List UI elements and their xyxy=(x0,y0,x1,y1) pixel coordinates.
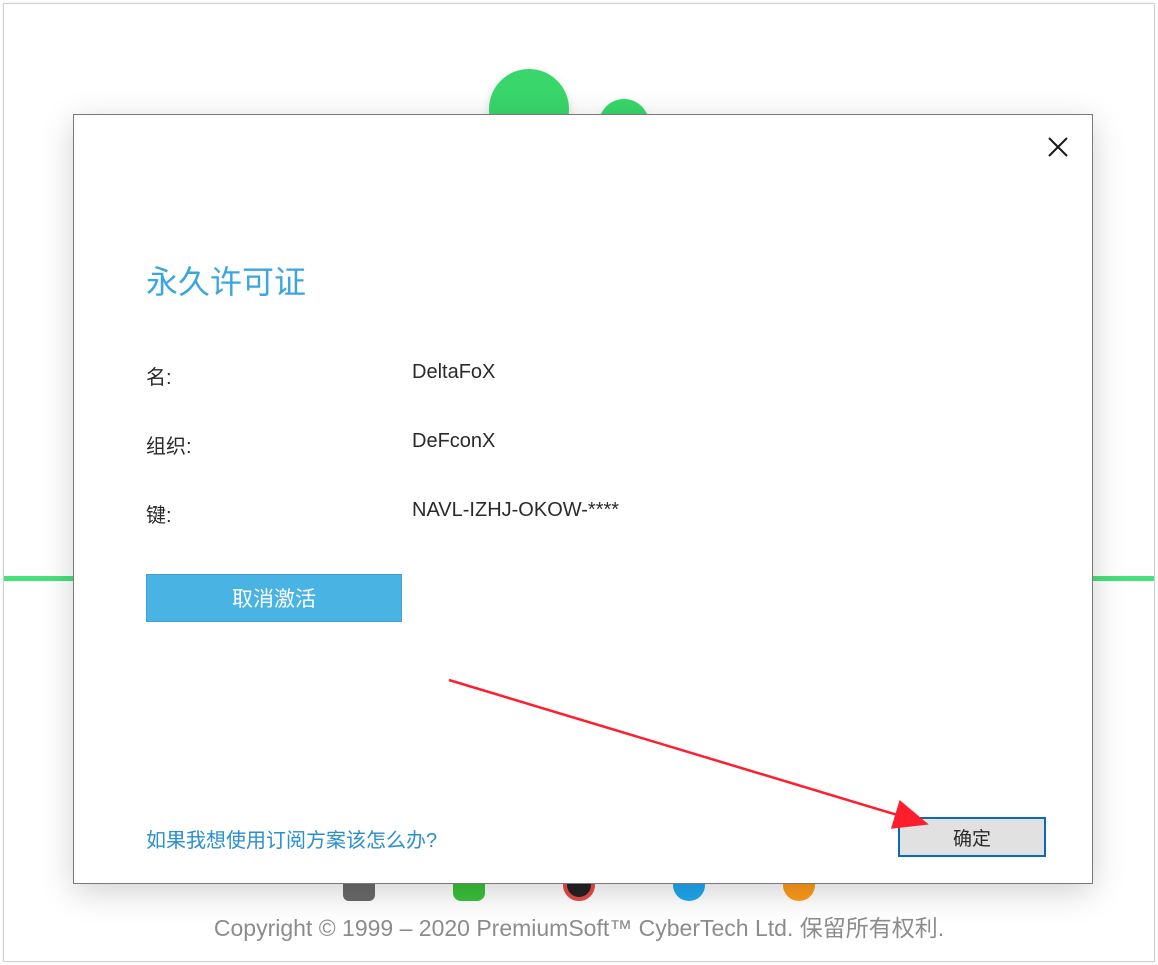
dialog-title: 永久许可证 xyxy=(146,257,1020,303)
license-key-row: 键: NAVL-IZHJ-OKOW-**** xyxy=(146,499,1020,528)
org-value: DeFconX xyxy=(412,430,1020,459)
close-icon xyxy=(1047,136,1069,158)
license-name-row: 名: DeltaFoX xyxy=(146,361,1020,390)
copyright-text: Copyright © 1999 – 2020 PremiumSoft™ Cyb… xyxy=(4,909,1154,943)
deactivate-button[interactable]: 取消激活 xyxy=(146,574,402,622)
subscription-link[interactable]: 如果我想使用订阅方案该怎么办? xyxy=(146,824,437,853)
key-label: 键: xyxy=(146,499,412,528)
subscription-link-label: 如果我想使用订阅方案该怎么办? xyxy=(146,830,437,852)
ok-button-label: 确定 xyxy=(953,824,991,851)
org-label: 组织: xyxy=(146,430,412,459)
name-value: DeltaFoX xyxy=(412,361,1020,390)
ok-button[interactable]: 确定 xyxy=(898,817,1046,857)
name-label: 名: xyxy=(146,361,412,390)
deactivate-button-label: 取消激活 xyxy=(232,583,316,613)
key-value: NAVL-IZHJ-OKOW-**** xyxy=(412,499,1020,528)
annotation-arrow xyxy=(444,675,944,845)
license-org-row: 组织: DeFconX xyxy=(146,430,1020,459)
background-window: Copyright © 1999 – 2020 PremiumSoft™ Cyb… xyxy=(3,3,1155,962)
close-button[interactable] xyxy=(1040,129,1076,165)
license-dialog: 永久许可证 名: DeltaFoX 组织: DeFconX 键: NAVL-IZ… xyxy=(73,114,1093,884)
